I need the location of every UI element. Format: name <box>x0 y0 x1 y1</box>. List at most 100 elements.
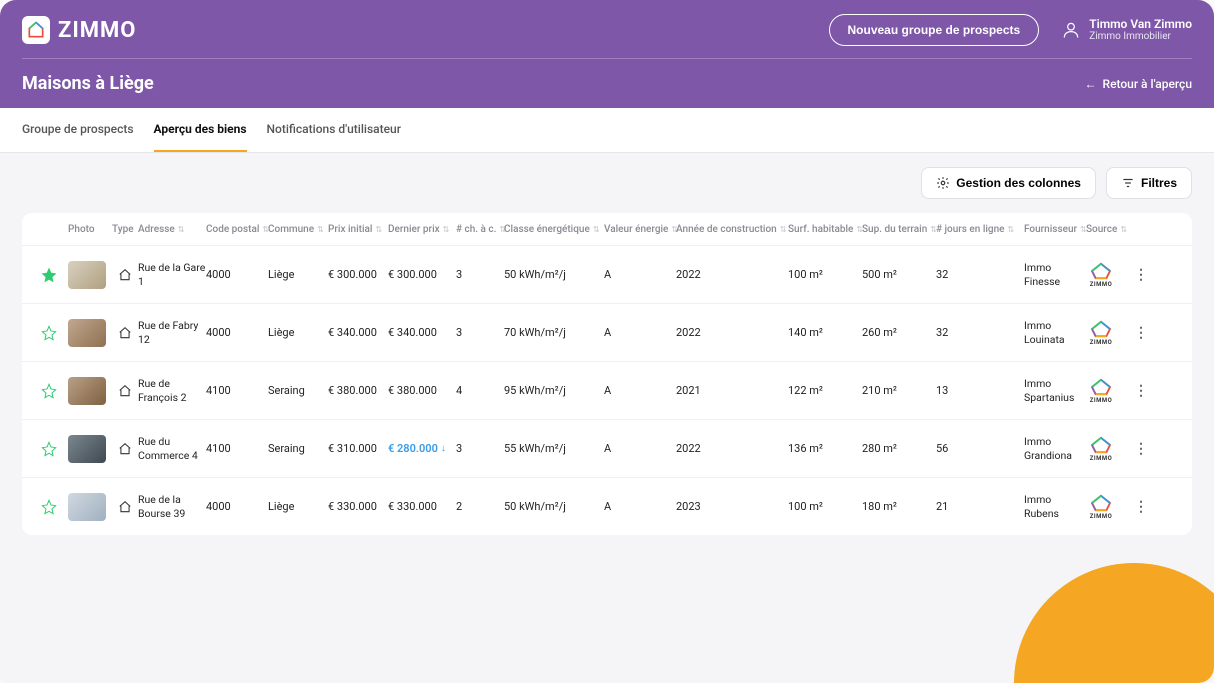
table-header: Photo Type Adresse⇅ Code postal⇅ Commune… <box>22 213 1192 245</box>
back-link[interactable]: ← Retour à l'aperçu <box>1085 77 1192 91</box>
source-logo: zimmo <box>1086 492 1116 522</box>
star-toggle[interactable] <box>30 325 68 341</box>
page-title: Maisons à Liège <box>22 73 154 94</box>
property-thumbnail[interactable] <box>68 435 106 463</box>
col-dernier-prix[interactable]: Dernier prix⇅ <box>388 224 456 235</box>
col-cp[interactable]: Code postal⇅ <box>206 224 268 235</box>
col-prix-init[interactable]: Prix initial⇅ <box>328 224 388 235</box>
filter-icon <box>1121 176 1135 190</box>
house-icon <box>112 268 138 282</box>
source-logo: zimmo <box>1086 318 1116 348</box>
arrow-down-icon: ↓ <box>441 443 446 454</box>
logo-icon <box>22 16 50 44</box>
cell-prix-init: € 300.000 <box>328 268 388 281</box>
sort-icon: ⇅ <box>930 225 937 234</box>
cell-sup-terrain: 500 m² <box>862 268 936 281</box>
table-row[interactable]: Rue du Commerce 44100Seraing€ 310.000€ 2… <box>22 419 1192 477</box>
manage-columns-button[interactable]: Gestion des colonnes <box>921 167 1096 199</box>
cell-surf-hab: 136 m² <box>788 442 862 455</box>
col-adresse[interactable]: Adresse⇅ <box>138 224 206 235</box>
property-thumbnail[interactable] <box>68 493 106 521</box>
property-thumbnail[interactable] <box>68 261 106 289</box>
col-annee[interactable]: Année de construction⇅ <box>676 224 788 235</box>
cell-fournisseur: Immo Rubens <box>1024 493 1086 519</box>
logo[interactable]: ZIMMO <box>22 16 136 44</box>
col-ch[interactable]: # ch. à c.⇅ <box>456 224 504 235</box>
cell-fournisseur: Immo Finesse <box>1024 261 1086 287</box>
property-thumbnail[interactable] <box>68 377 106 405</box>
col-type: Type <box>112 224 138 235</box>
tabs: Groupe de prospects Aperçu des biens Notif… <box>0 108 1214 153</box>
sort-icon: ⇅ <box>593 225 600 234</box>
table-row[interactable]: Rue de François 24100Seraing€ 380.000€ 3… <box>22 361 1192 419</box>
cell-prix-init: € 340.000 <box>328 326 388 339</box>
house-icon <box>112 326 138 340</box>
row-more-button[interactable]: ⋮ <box>1128 499 1154 515</box>
cell-classe: 95 kWh/m²/j <box>504 384 604 397</box>
user-icon <box>1061 20 1081 40</box>
cell-val-energie: A <box>604 384 676 397</box>
table-row[interactable]: Rue de la Bourse 394000Liège€ 330.000€ 3… <box>22 477 1192 535</box>
col-classe[interactable]: Classe énergétique⇅ <box>504 224 604 235</box>
cell-fournisseur: Immo Spartanius <box>1024 377 1086 403</box>
cell-val-energie: A <box>604 500 676 513</box>
cell-prix-init: € 380.000 <box>328 384 388 397</box>
col-source[interactable]: Source⇅ <box>1086 224 1128 235</box>
table-row[interactable]: Rue de la Gare 14000Liège€ 300.000€ 300.… <box>22 245 1192 303</box>
cell-annee: 2023 <box>676 500 788 513</box>
tab-1[interactable]: Aperçu des biens <box>154 108 247 152</box>
col-val-energie[interactable]: Valeur énergie⇅ <box>604 224 676 235</box>
col-surf-hab[interactable]: Surf. habitable⇅ <box>788 224 862 235</box>
properties-table: Photo Type Adresse⇅ Code postal⇅ Commune… <box>22 213 1192 535</box>
cell-fournisseur: Immo Grandiona <box>1024 435 1086 461</box>
cell-classe: 70 kWh/m²/j <box>504 326 604 339</box>
cell-dernier-prix: € 330.000 <box>388 500 456 513</box>
cell-sup-terrain: 260 m² <box>862 326 936 339</box>
cell-dernier-prix: € 380.000 <box>388 384 456 397</box>
star-toggle[interactable] <box>30 499 68 515</box>
row-more-button[interactable]: ⋮ <box>1128 383 1154 399</box>
col-commune[interactable]: Commune⇅ <box>268 224 328 235</box>
cell-cp: 4100 <box>206 442 268 455</box>
cell-sup-terrain: 180 m² <box>862 500 936 513</box>
new-prospect-group-button[interactable]: Nouveau groupe de prospects <box>829 14 1040 46</box>
cell-annee: 2021 <box>676 384 788 397</box>
filters-button[interactable]: Filtres <box>1106 167 1192 199</box>
tab-2[interactable]: Notifications d'utilisateur <box>267 108 401 152</box>
col-fournisseur[interactable]: Fournisseur⇅ <box>1024 224 1086 235</box>
user-menu[interactable]: Timmo Van Zimmo Zimmo Immobilier <box>1061 17 1192 43</box>
row-more-button[interactable]: ⋮ <box>1128 267 1154 283</box>
logo-text: ZIMMO <box>58 18 136 43</box>
sort-icon: ⇅ <box>375 225 382 234</box>
cell-val-energie: A <box>604 268 676 281</box>
table-row[interactable]: Rue de Fabry 124000Liège€ 340.000€ 340.0… <box>22 303 1192 361</box>
cell-ch: 3 <box>456 326 504 339</box>
row-more-button[interactable]: ⋮ <box>1128 441 1154 457</box>
cell-annee: 2022 <box>676 442 788 455</box>
cell-ch: 3 <box>456 268 504 281</box>
cell-cp: 4000 <box>206 268 268 281</box>
cell-sup-terrain: 280 m² <box>862 442 936 455</box>
cell-ch: 3 <box>456 442 504 455</box>
cell-commune: Liège <box>268 326 328 339</box>
tab-0[interactable]: Groupe de prospects <box>22 108 134 152</box>
star-toggle[interactable] <box>30 383 68 399</box>
property-thumbnail[interactable] <box>68 319 106 347</box>
sort-icon: ⇅ <box>262 225 269 234</box>
cell-adresse: Rue du Commerce 4 <box>138 435 206 461</box>
cell-annee: 2022 <box>676 326 788 339</box>
cell-jours: 32 <box>936 268 1024 281</box>
col-sup-terrain[interactable]: Sup. du terrain⇅ <box>862 224 936 235</box>
cell-adresse: Rue de la Gare 1 <box>138 261 206 287</box>
cell-ch: 4 <box>456 384 504 397</box>
star-toggle[interactable] <box>30 267 68 283</box>
cell-adresse: Rue de François 2 <box>138 377 206 403</box>
star-toggle[interactable] <box>30 441 68 457</box>
cell-cp: 4000 <box>206 500 268 513</box>
col-jours[interactable]: # jours en ligne⇅ <box>936 224 1024 235</box>
row-more-button[interactable]: ⋮ <box>1128 325 1154 341</box>
cell-classe: 50 kWh/m²/j <box>504 500 604 513</box>
source-logo: zimmo <box>1086 376 1116 406</box>
arrow-left-icon: ← <box>1085 77 1097 91</box>
cell-dernier-prix: € 340.000 <box>388 326 456 339</box>
